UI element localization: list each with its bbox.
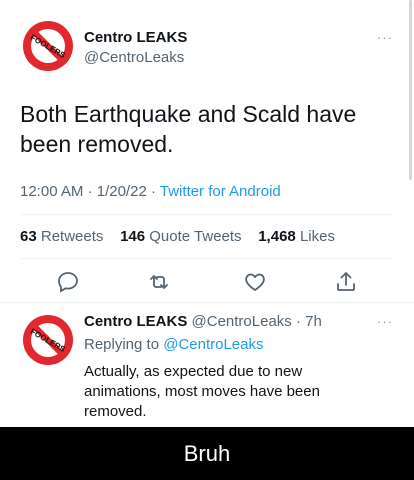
tweet-source-link[interactable]: Twitter for Android (160, 183, 281, 200)
no-symbol-icon: FOOLERS (23, 315, 73, 365)
like-icon[interactable] (243, 270, 267, 294)
reply-text-line-1: Actually, as expected due to new (84, 363, 303, 380)
tweet-text-line-1: Both Earthquake and Scald have (20, 101, 357, 127)
quotes-label: Quote Tweets (149, 228, 242, 245)
replying-mention-link[interactable]: @CentroLeaks (163, 336, 263, 353)
retweet-icon[interactable] (147, 270, 171, 294)
tweet-text-line-2: been removed. (20, 131, 174, 157)
scrollbar[interactable] (409, 0, 412, 180)
meme-caption-bar: Bruh (0, 427, 414, 480)
reply-more-options-icon[interactable]: ··· (377, 314, 393, 329)
likes-count: 1,468 (258, 228, 296, 245)
quotes-stat[interactable]: 146 Quote Tweets (120, 228, 241, 245)
reply-author-name[interactable]: Centro LEAKS (84, 313, 187, 330)
more-options-icon[interactable]: ··· (377, 30, 393, 45)
likes-label: Likes (299, 228, 335, 245)
tweet-date[interactable]: 1/20/22 (97, 183, 147, 200)
likes-stat[interactable]: 1,468 Likes (258, 228, 335, 245)
reply-icon[interactable] (56, 270, 80, 294)
retweets-stat[interactable]: 63 Retweets (20, 228, 103, 245)
divider (20, 214, 394, 215)
reply-text-line-3: removed. (84, 403, 147, 420)
author-avatar[interactable]: FOOLERS (21, 19, 75, 73)
share-icon[interactable] (334, 270, 358, 294)
reply-author-avatar[interactable]: FOOLERS (21, 313, 75, 367)
tweet-time[interactable]: 12:00 AM (20, 183, 83, 200)
tweet-meta: 12:00 AM · 1/20/22 · Twitter for Android (20, 183, 281, 200)
reply-text-line-2: animations, most moves have been (84, 383, 320, 400)
reply-time[interactable]: 7h (305, 313, 322, 330)
divider (20, 258, 394, 259)
retweets-count: 63 (20, 228, 37, 245)
meta-separator: · (150, 183, 160, 200)
no-symbol-icon: FOOLERS (23, 21, 73, 71)
reply-header: Centro LEAKS @CentroLeaks · 7h (84, 313, 322, 330)
retweets-label: Retweets (40, 228, 104, 245)
reply-author-handle[interactable]: @CentroLeaks (192, 313, 292, 330)
divider (0, 302, 414, 303)
meta-separator: · (291, 313, 306, 330)
author-handle[interactable]: @CentroLeaks (84, 49, 184, 66)
meta-separator: · (87, 183, 97, 200)
tweet-stats: 63 Retweets 146 Quote Tweets 1,468 Likes (20, 228, 335, 245)
replying-prefix: Replying to (84, 336, 160, 353)
quotes-count: 146 (120, 228, 146, 245)
meme-caption: Bruh (183, 440, 231, 466)
replying-to: Replying to @CentroLeaks (84, 336, 264, 353)
author-name[interactable]: Centro LEAKS (84, 29, 187, 46)
